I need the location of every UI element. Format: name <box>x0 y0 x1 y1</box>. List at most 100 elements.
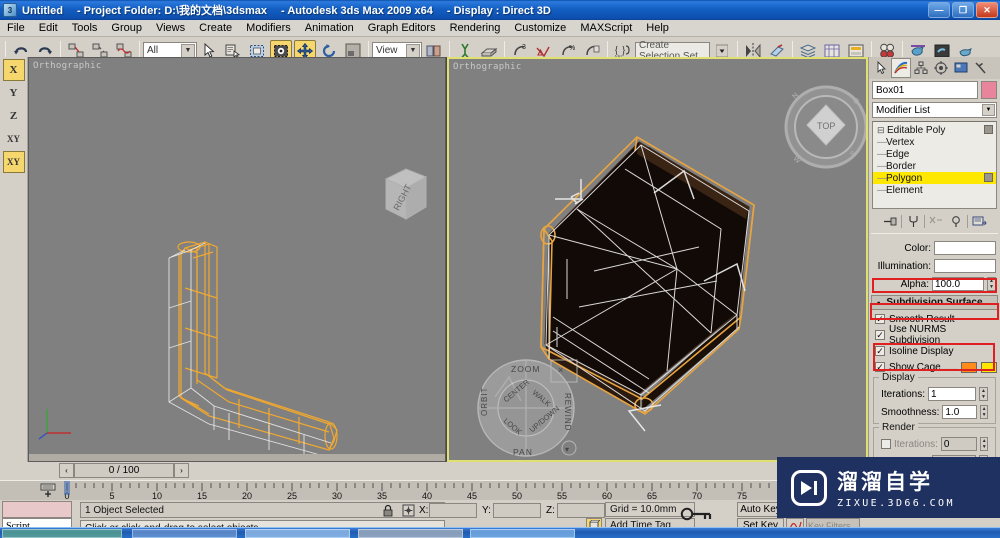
stack-toggle-box[interactable] <box>984 125 993 134</box>
menu-file[interactable]: File <box>0 21 32 35</box>
tree-branch-icon: — <box>877 160 887 172</box>
menu-edit[interactable]: Edit <box>32 21 65 35</box>
stack-item-label: Element <box>886 184 923 196</box>
configure-modifier-sets-icon[interactable] <box>970 213 988 229</box>
modify-tab[interactable] <box>891 58 911 78</box>
right-view-cube[interactable]: TOP N E W S <box>779 81 868 173</box>
display-smoothness-spinner[interactable]: ▲ ▼ <box>980 405 988 419</box>
watermark-cn-text: 溜溜自学 <box>837 470 933 494</box>
stack-item-border[interactable]: — Border <box>873 160 996 172</box>
maximize-button[interactable]: ❐ <box>952 2 974 18</box>
taskbar-item-2[interactable] <box>245 529 350 538</box>
menu-views[interactable]: Views <box>149 21 192 35</box>
menu-rendering[interactable]: Rendering <box>443 21 508 35</box>
svg-text:30: 30 <box>332 491 342 500</box>
stack-item-edge[interactable]: — Edge <box>873 148 996 160</box>
menu-tools[interactable]: Tools <box>65 21 105 35</box>
axis-constraint-xy[interactable]: XY <box>3 128 25 150</box>
stack-item-polygon[interactable]: — Polygon <box>873 172 996 184</box>
menu-maxscript[interactable]: MAXScript <box>573 21 639 35</box>
display-iterations-spinner[interactable]: ▲ ▼ <box>979 387 988 401</box>
modifier-list-dropdown[interactable]: Modifier List ▼ <box>872 102 997 118</box>
menu-help[interactable]: Help <box>639 21 676 35</box>
key-mode-icon[interactable] <box>680 506 714 525</box>
menu-animation[interactable]: Animation <box>298 21 361 35</box>
taskbar-item-1[interactable] <box>132 529 237 538</box>
y-coord-field[interactable] <box>493 503 541 518</box>
modifier-stack[interactable]: ⊟ Editable Poly — Vertex — Edge — Border… <box>872 121 997 209</box>
title-bar: 3 Untitled - Project Folder: D:\我的文档\3dsm… <box>0 0 1000 20</box>
display-tab[interactable] <box>951 58 971 78</box>
vertex-properties-group: Color: Illumination: Alpha: 100.0 ▲ ▼ <box>869 240 1000 292</box>
expand-icon[interactable]: ⊟ <box>877 125 887 136</box>
right-viewport[interactable]: Orthographic TOP N E W S ZOOM PAN ORBIT … <box>447 57 868 462</box>
3dsmax-window: 3 Untitled - Project Folder: D:\我的文档\3dsm… <box>0 0 1000 538</box>
lock-selection-icon[interactable] <box>382 504 394 520</box>
pin-stack-icon[interactable] <box>881 213 899 229</box>
next-frame-button[interactable]: › <box>174 463 189 478</box>
menu-customize[interactable]: Customize <box>507 21 573 35</box>
make-unique-icon[interactable] <box>927 213 945 229</box>
cage-color-swatch-2[interactable] <box>981 361 998 373</box>
axis-constraint-y[interactable]: Y <box>3 82 25 104</box>
isoline-display-row[interactable]: ✓ Isoline Display <box>875 344 1000 358</box>
stack-item-label: Editable Poly <box>887 124 946 136</box>
x-coord-field[interactable] <box>429 503 477 518</box>
show-end-result-icon[interactable] <box>904 213 922 229</box>
show-cage-checkbox[interactable]: ✓ <box>875 362 885 372</box>
use-nurms-subdivision-checkbox[interactable]: ✓ <box>875 330 885 340</box>
motion-tab[interactable] <box>931 58 951 78</box>
subdivision-surface-rollup-header[interactable]: - Subdivision Surface <box>871 295 998 310</box>
collapse-icon[interactable]: - <box>877 297 880 308</box>
maxscript-mini-listener[interactable] <box>2 501 72 518</box>
illumination-field[interactable] <box>934 259 996 273</box>
display-iterations-field[interactable]: 1 <box>928 387 976 401</box>
left-viewport-hscrollbar[interactable] <box>29 454 445 461</box>
chevron-down-icon[interactable]: ▼ <box>982 104 995 116</box>
start-button[interactable] <box>2 529 122 538</box>
title-file: Untitled <box>22 5 63 17</box>
display-smoothness-field[interactable]: 1.0 <box>942 405 978 419</box>
menu-graph-editors[interactable]: Graph Editors <box>361 21 443 35</box>
close-button[interactable]: ✕ <box>976 2 998 18</box>
taskbar-item-3[interactable] <box>358 529 463 538</box>
axis-constraint-x[interactable]: X <box>2 59 25 81</box>
stack-item-element[interactable]: — Element <box>873 184 996 196</box>
create-tab[interactable] <box>871 58 891 78</box>
modifier-list-label: Modifier List <box>876 104 930 116</box>
chevron-down-icon[interactable]: ▼ <box>181 43 195 58</box>
stack-item-editable-poly[interactable]: ⊟ Editable Poly <box>873 124 996 136</box>
steering-wheel[interactable]: ZOOM PAN ORBIT REWIND CENTER WALK LOOK U… <box>473 356 585 462</box>
alpha-field[interactable]: 100.0 <box>932 277 984 291</box>
taskbar-item-4[interactable] <box>470 529 575 538</box>
left-viewport[interactable]: Orthographic RIGHT <box>28 57 446 462</box>
minimize-button[interactable]: — <box>928 2 950 18</box>
remove-modifier-icon[interactable] <box>947 213 965 229</box>
use-nurms-subdivision-row[interactable]: ✓ Use NURMS Subdivision <box>875 324 1000 346</box>
color-field[interactable] <box>934 241 996 255</box>
render-iterations-checkbox[interactable]: ✓ <box>881 439 891 449</box>
z-coord-field[interactable] <box>557 503 605 518</box>
alpha-spinner[interactable]: ▲ ▼ <box>987 277 996 291</box>
menu-group[interactable]: Group <box>104 21 149 35</box>
cage-color-swatch-1[interactable] <box>961 361 978 373</box>
axis-constraint-z[interactable]: Z <box>3 105 25 127</box>
render-iterations-spinner[interactable]: ▲ ▼ <box>980 437 988 451</box>
hierarchy-tab[interactable] <box>911 58 931 78</box>
axis-constraint-plane-xy[interactable]: XY <box>2 151 25 173</box>
prev-frame-button[interactable]: ‹ <box>59 463 74 478</box>
isoline-display-checkbox[interactable]: ✓ <box>875 346 885 356</box>
stack-toggle-box[interactable] <box>984 173 993 182</box>
object-name-field[interactable]: Box01 <box>872 81 978 99</box>
menu-create[interactable]: Create <box>192 21 239 35</box>
stack-item-vertex[interactable]: — Vertex <box>873 136 996 148</box>
left-view-cube[interactable]: RIGHT <box>376 163 436 225</box>
utilities-tab[interactable] <box>971 58 991 78</box>
object-color-swatch[interactable] <box>981 81 997 99</box>
absolute-relative-transform-icon[interactable] <box>402 504 415 520</box>
time-slider-handle[interactable]: 0 / 100 <box>74 463 174 478</box>
menu-modifiers[interactable]: Modifiers <box>239 21 298 35</box>
chevron-down-icon[interactable]: ▼ <box>406 43 420 58</box>
smooth-result-checkbox[interactable]: ✓ <box>875 314 885 324</box>
render-iterations-field[interactable]: 0 <box>940 437 978 451</box>
